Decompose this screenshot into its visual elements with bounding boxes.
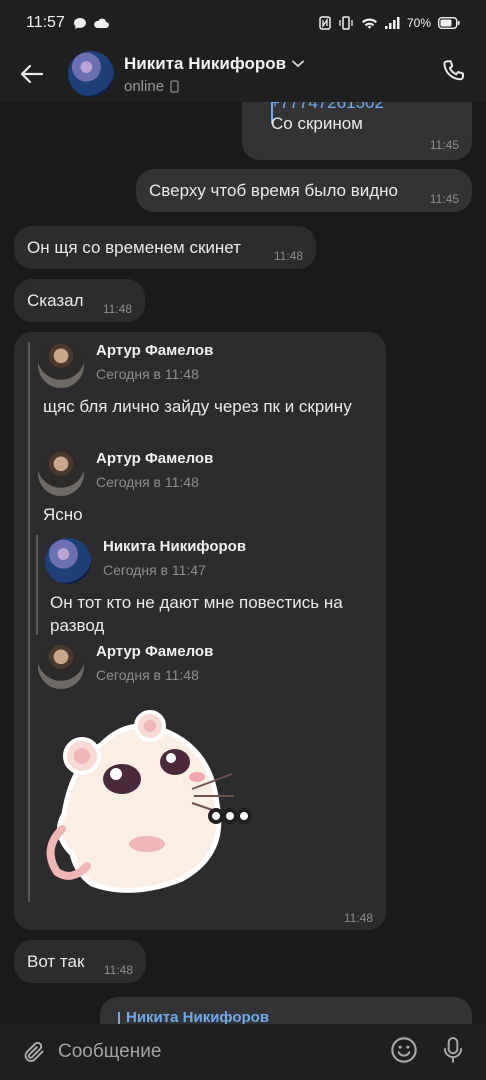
mobile-phone-icon (170, 79, 179, 93)
author-avatar (45, 538, 91, 584)
status-bar: 11:57 70% (0, 0, 486, 46)
forward-date: Сегодня в 11:48 (96, 474, 199, 490)
forward-author[interactable]: Артур Фамелов Сегодня в 11:48 (38, 450, 213, 496)
forward-date: Сегодня в 11:47 (103, 562, 206, 578)
message-time: 11:48 (273, 249, 303, 263)
signal-icon (384, 17, 400, 29)
nested-forward-line (36, 535, 38, 635)
message-text: Вот так (27, 952, 85, 971)
forward-author[interactable]: Никита Никифоров Сегодня в 11:47 (45, 538, 246, 584)
reply-author: Никита Никифоров (126, 1009, 270, 1024)
forward-text: щяс бля лично зайду через пк и скрину (43, 397, 352, 416)
message-time: 11:48 (103, 963, 133, 977)
message-time: 11:45 (429, 192, 459, 206)
status-time: 11:57 (26, 14, 65, 31)
author-name: Никита Никифоров (103, 538, 247, 555)
author-avatar (38, 643, 84, 689)
call-button[interactable] (440, 58, 470, 88)
back-button[interactable] (0, 46, 64, 102)
message-bubble-incoming[interactable]: Он щя со временем скинет 11:48 (14, 226, 316, 269)
back-arrow-icon (20, 64, 44, 84)
author-avatar (38, 342, 84, 388)
message-bubble-incoming[interactable]: Сказал 11:48 (14, 279, 145, 322)
reply-preview-text: +7774726​1502 (270, 102, 384, 112)
message-bubble-outgoing[interactable]: +7774726​1502 Со скрином 11:45 (242, 102, 472, 160)
chat-header: Никита Никифоров online (0, 46, 486, 102)
forward-author[interactable]: Артур Фамелов Сегодня в 11:48 (38, 342, 213, 388)
cloud-icon (93, 18, 109, 29)
attach-button[interactable] (18, 1038, 50, 1066)
emoji-button[interactable] (390, 1036, 418, 1069)
vibrate-icon (338, 16, 354, 30)
wifi-icon (361, 17, 378, 30)
message-input[interactable]: Сообщение (58, 1041, 161, 1063)
microphone-icon (443, 1036, 463, 1063)
message-time: 11:45 (429, 138, 459, 152)
forward-author[interactable]: Артур Фамелов Сегодня в 11:48 (38, 643, 213, 689)
message-list[interactable]: +7774726​1502 Со скрином 11:45 Сверху чт… (0, 102, 486, 1024)
message-input-bar: Сообщение (0, 1024, 486, 1080)
author-name: Артур Фамелов (96, 643, 214, 660)
battery-icon (438, 17, 460, 29)
smiley-icon (391, 1036, 417, 1063)
battery-percent: 70% (406, 16, 431, 30)
forward-text: Он тот кто не дают мне повестись на разв… (50, 593, 343, 635)
reply-accent (118, 1012, 120, 1024)
message-time: 11:48 (102, 302, 132, 316)
contact-avatar[interactable] (68, 51, 114, 97)
nfc-icon (319, 16, 331, 30)
forwarded-message-bubble[interactable]: Артур Фамелов Сегодня в 11:48 щяс бля ли… (14, 332, 386, 930)
contact-info[interactable]: Никита Никифоров online (124, 53, 305, 95)
message-text: Он щя со временем скинет (27, 238, 241, 257)
contact-status: online (124, 77, 165, 95)
message-text: Сверху чтоб время было видно (149, 181, 399, 200)
forward-date: Сегодня в 11:48 (96, 667, 199, 683)
forward-line (28, 342, 30, 902)
message-bubble-outgoing[interactable]: Никита Никифоров (100, 997, 472, 1024)
phone-icon (443, 60, 464, 81)
voice-record-button[interactable] (440, 1035, 466, 1070)
hamster-sticker[interactable] (42, 704, 252, 894)
message-bubble-incoming[interactable]: Вот так 11:48 (14, 940, 146, 983)
chat-bubble-icon (73, 17, 87, 30)
chevron-down-icon (292, 60, 305, 67)
message-text: Сказал (27, 291, 84, 310)
message-text: Со скрином (271, 114, 363, 133)
contact-name: Никита Никифоров (124, 53, 287, 73)
author-name: Артур Фамелов (96, 450, 214, 467)
author-avatar (38, 450, 84, 496)
forward-date: Сегодня в 11:48 (96, 366, 199, 382)
forward-text: Ясно (43, 505, 83, 524)
paperclip-icon (24, 1041, 44, 1062)
message-time: 11:48 (343, 911, 373, 925)
message-bubble-outgoing[interactable]: Сверху чтоб время было видно 11:45 (136, 169, 472, 212)
author-name: Артур Фамелов (96, 342, 214, 359)
